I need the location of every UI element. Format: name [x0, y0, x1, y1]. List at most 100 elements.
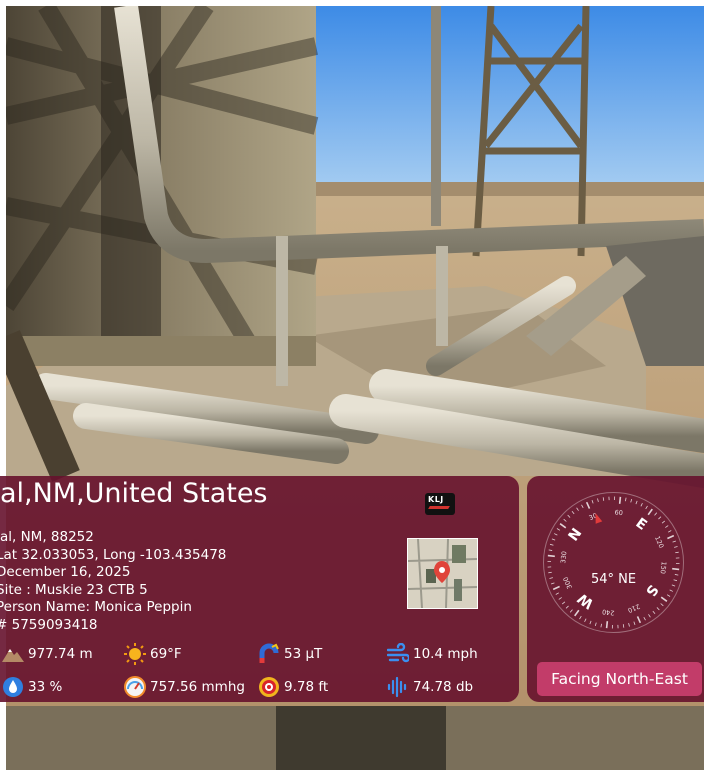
compass-tick [558, 597, 562, 600]
location-details: Jal, NM, 88252 Lat 32.033053, Long -103.… [0, 529, 226, 634]
compass-tick [674, 546, 678, 548]
compass-tick [667, 530, 672, 533]
location-title: Jal,NM,United States [0, 478, 268, 509]
compass-tick [669, 589, 673, 592]
wind-metric: 10.4 mph [387, 643, 478, 665]
accuracy-value: 9.78 ft [284, 679, 329, 695]
compass-tick [584, 618, 587, 622]
compass-tick [576, 507, 579, 511]
compass-tick [581, 504, 584, 509]
compass-tick [672, 540, 677, 543]
phone-line: # 5759093418 [0, 616, 98, 633]
compass-tick [567, 514, 571, 518]
compass-tick [661, 520, 666, 524]
sound-metric: 74.78 db [387, 676, 473, 698]
compass-tick [549, 543, 554, 546]
sun-icon [124, 643, 146, 665]
compass-cardinal-label: E [633, 515, 650, 534]
compass-tick [600, 623, 602, 628]
location-info-panel: Jal,NM,United States Jal, NM, 88252 Lat … [0, 476, 519, 702]
coordinates-line: Lat 32.033053, Long -103.435478 [0, 546, 227, 563]
compass-tick [656, 607, 660, 611]
compass-tick [554, 533, 558, 536]
compass-cardinal-label: W [575, 590, 597, 612]
person-line: Person Name: Monica Peppin [0, 599, 192, 615]
target-icon [258, 676, 280, 698]
compass-cardinal-label: N [566, 525, 586, 544]
humidity-metric: 33 % [2, 676, 62, 698]
compass-degree-label: 330 [559, 551, 568, 564]
compass-tick [652, 610, 656, 615]
compass-tick [665, 525, 669, 528]
compass-tick [571, 510, 575, 515]
altitude-value: 977.74 m [28, 646, 93, 662]
compass-tick [658, 516, 662, 520]
compass-tick [556, 528, 561, 531]
compass-tick [565, 605, 569, 609]
compass-tick [667, 534, 675, 540]
compass-degree-label: 240 [602, 608, 615, 617]
compass-tick [563, 518, 567, 522]
magnet-icon [258, 643, 280, 665]
compass-tick [579, 615, 582, 620]
accuracy-metric: 9.78 ft [258, 676, 328, 698]
compass-tick [675, 551, 679, 554]
address-line: Jal, NM, 88252 [0, 529, 94, 545]
compass-tick [597, 498, 599, 502]
compass-tick [636, 616, 642, 624]
compass-tick [622, 624, 625, 628]
compass-tick [648, 614, 651, 618]
humidity-icon [2, 676, 24, 698]
compass-tick [589, 620, 592, 625]
logo-text: KLJ [428, 495, 444, 504]
wind-value: 10.4 mph [413, 646, 478, 662]
compass-tick [574, 609, 580, 617]
mountain-icon [2, 643, 24, 665]
date-line: December 16, 2025 [0, 564, 131, 580]
compass-dial: N E S W 30 60 120 150 210 240 300 330 54° NE [541, 490, 686, 639]
compass-tick [618, 496, 622, 504]
map-thumbnail[interactable] [407, 538, 478, 609]
compass-degree-label: 210 [627, 602, 642, 614]
humidity-value: 33 % [28, 679, 63, 695]
compass-tick [569, 609, 573, 613]
compass-tick [660, 596, 668, 602]
compass-tick [548, 549, 553, 551]
pressure-metric: 757.56 mmhg [124, 676, 245, 698]
compass-tick [630, 498, 633, 503]
compass-tick [643, 616, 646, 621]
compass-tick [551, 538, 556, 541]
compass-tick [645, 505, 648, 510]
compass-tick [585, 501, 591, 509]
compass-tick [633, 621, 636, 626]
magnetic-value: 53 μT [284, 646, 323, 662]
sound-wave-icon [387, 676, 409, 698]
compass-tick [591, 499, 594, 504]
compass-tick [605, 621, 609, 629]
compass-tick [559, 523, 567, 529]
compass-tick [660, 603, 664, 607]
compass-tick [594, 622, 597, 627]
compass-tick [635, 500, 638, 505]
compass-tick [547, 554, 555, 558]
compass-degree-label: 60 [614, 508, 623, 517]
wind-icon [387, 643, 409, 665]
sound-value: 74.78 db [413, 679, 474, 695]
company-logo: KLJ [425, 493, 455, 515]
gauge-icon [124, 676, 146, 698]
compass-tick [672, 567, 680, 571]
compass-tick [666, 594, 671, 597]
pressure-value: 757.56 mmhg [150, 679, 245, 695]
magnetic-metric: 53 μT [258, 643, 322, 665]
compass-tick [561, 601, 566, 605]
compass-tick [602, 497, 605, 501]
compass-tick [625, 497, 627, 502]
temperature-value: 69°F [150, 646, 182, 662]
site-line: Site : Muskie 23 CTB 5 [0, 581, 148, 598]
compass-tick [628, 623, 630, 627]
compass-tick [647, 508, 653, 516]
facing-direction-badge: Facing North-East [537, 662, 702, 696]
heading-readout: 54° NE [590, 572, 637, 587]
altitude-metric: 977.74 m [2, 643, 93, 665]
compass-tick [555, 592, 560, 595]
